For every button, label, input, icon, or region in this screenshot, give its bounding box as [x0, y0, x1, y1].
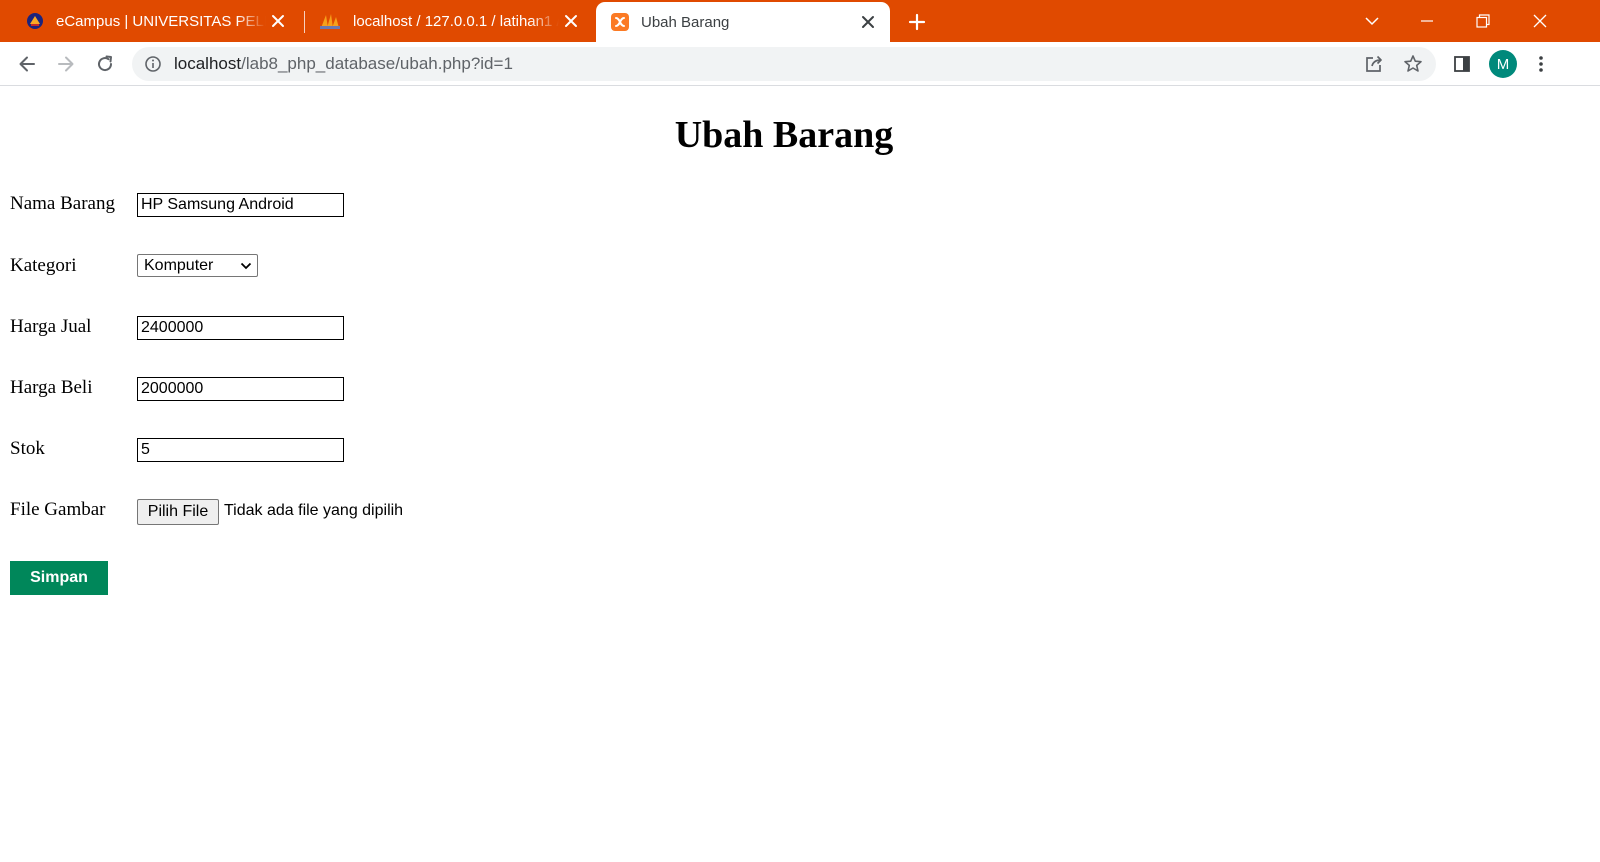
phpmyadmin-logo-icon	[320, 14, 340, 29]
close-window-button[interactable]	[1517, 0, 1563, 42]
close-tab-icon[interactable]	[856, 10, 880, 34]
harga-jual-input[interactable]: 2400000	[137, 316, 344, 340]
nama-barang-label: Nama Barang	[10, 193, 115, 214]
plus-icon	[908, 13, 926, 31]
tab-title: localhost / 127.0.0.1 / latihan1 / data_…	[353, 12, 559, 30]
tab-phpmyadmin[interactable]: localhost / 127.0.0.1 / latihan1 / data_…	[305, 0, 595, 42]
close-icon	[1533, 14, 1547, 28]
url-text[interactable]: localhost/lab8_php_database/ubah.php?id=…	[174, 47, 513, 81]
simpan-button[interactable]: Simpan	[10, 561, 108, 595]
harga-jual-label: Harga Jual	[10, 316, 92, 337]
share-icon	[1366, 55, 1382, 72]
nama-barang-input[interactable]: HP Samsung Android	[137, 193, 344, 217]
url-path: /lab8_php_database/ubah.php?id=1	[241, 54, 513, 73]
minimize-icon	[1421, 20, 1433, 22]
reload-button[interactable]	[89, 48, 121, 80]
chevron-down-icon	[240, 262, 252, 270]
page-title: Ubah Barang	[674, 114, 894, 156]
file-gambar-label: File Gambar	[10, 499, 106, 520]
restore-icon	[1476, 14, 1490, 28]
info-icon[interactable]	[144, 55, 162, 73]
tab-search-button[interactable]	[1349, 0, 1395, 42]
new-tab-button[interactable]	[903, 8, 931, 36]
chevron-down-icon	[1365, 17, 1379, 26]
restore-button[interactable]	[1460, 0, 1506, 42]
file-status-text: Tidak ada file yang dipilih	[224, 502, 404, 519]
page-content: Ubah Barang Nama Barang HP Samsung Andro…	[0, 87, 1600, 862]
arrow-right-icon	[58, 56, 74, 72]
close-tab-icon[interactable]	[559, 9, 583, 33]
forward-button[interactable]	[50, 48, 82, 80]
browser-toolbar: localhost/lab8_php_database/ubah.php?id=…	[0, 42, 1600, 86]
kategori-label: Kategori	[10, 255, 77, 276]
share-button[interactable]	[1362, 52, 1386, 76]
tab-ecampus[interactable]: eCampus | UNIVERSITAS PELITA BANGSA	[0, 0, 304, 42]
url-host: localhost	[174, 54, 242, 73]
tab-title: Ubah Barang	[641, 13, 730, 31]
back-button[interactable]	[11, 48, 43, 80]
harga-beli-input[interactable]: 2000000	[137, 377, 344, 401]
bookmark-button[interactable]	[1401, 52, 1425, 76]
xampp-logo-icon	[611, 13, 629, 31]
harga-beli-label: Harga Beli	[10, 377, 93, 398]
address-bar[interactable]: localhost/lab8_php_database/ubah.php?id=…	[132, 47, 1436, 81]
university-logo-icon	[27, 13, 43, 29]
side-panel-button[interactable]	[1446, 48, 1478, 80]
tab-strip: eCampus | UNIVERSITAS PELITA BANGSA loca…	[0, 0, 1600, 42]
stok-label: Stok	[10, 438, 45, 459]
close-tab-icon[interactable]	[266, 9, 290, 33]
side-panel-icon	[1454, 56, 1470, 72]
menu-button[interactable]	[1525, 48, 1557, 80]
arrow-left-icon	[19, 56, 35, 72]
tab-title: eCampus | UNIVERSITAS PELITA BANGSA	[56, 12, 266, 30]
stok-input[interactable]: 5	[137, 438, 344, 462]
choose-file-button[interactable]: Pilih File	[137, 499, 219, 525]
profile-avatar[interactable]: M	[1489, 50, 1517, 78]
star-icon	[1404, 55, 1422, 72]
minimize-button[interactable]	[1404, 0, 1450, 42]
reload-icon	[98, 55, 113, 72]
kebab-menu-icon	[1539, 56, 1543, 72]
kategori-selected-value: Komputer	[144, 257, 214, 274]
tab-ubah-barang[interactable]: Ubah Barang	[596, 2, 890, 42]
kategori-select[interactable]: Komputer	[137, 254, 258, 277]
